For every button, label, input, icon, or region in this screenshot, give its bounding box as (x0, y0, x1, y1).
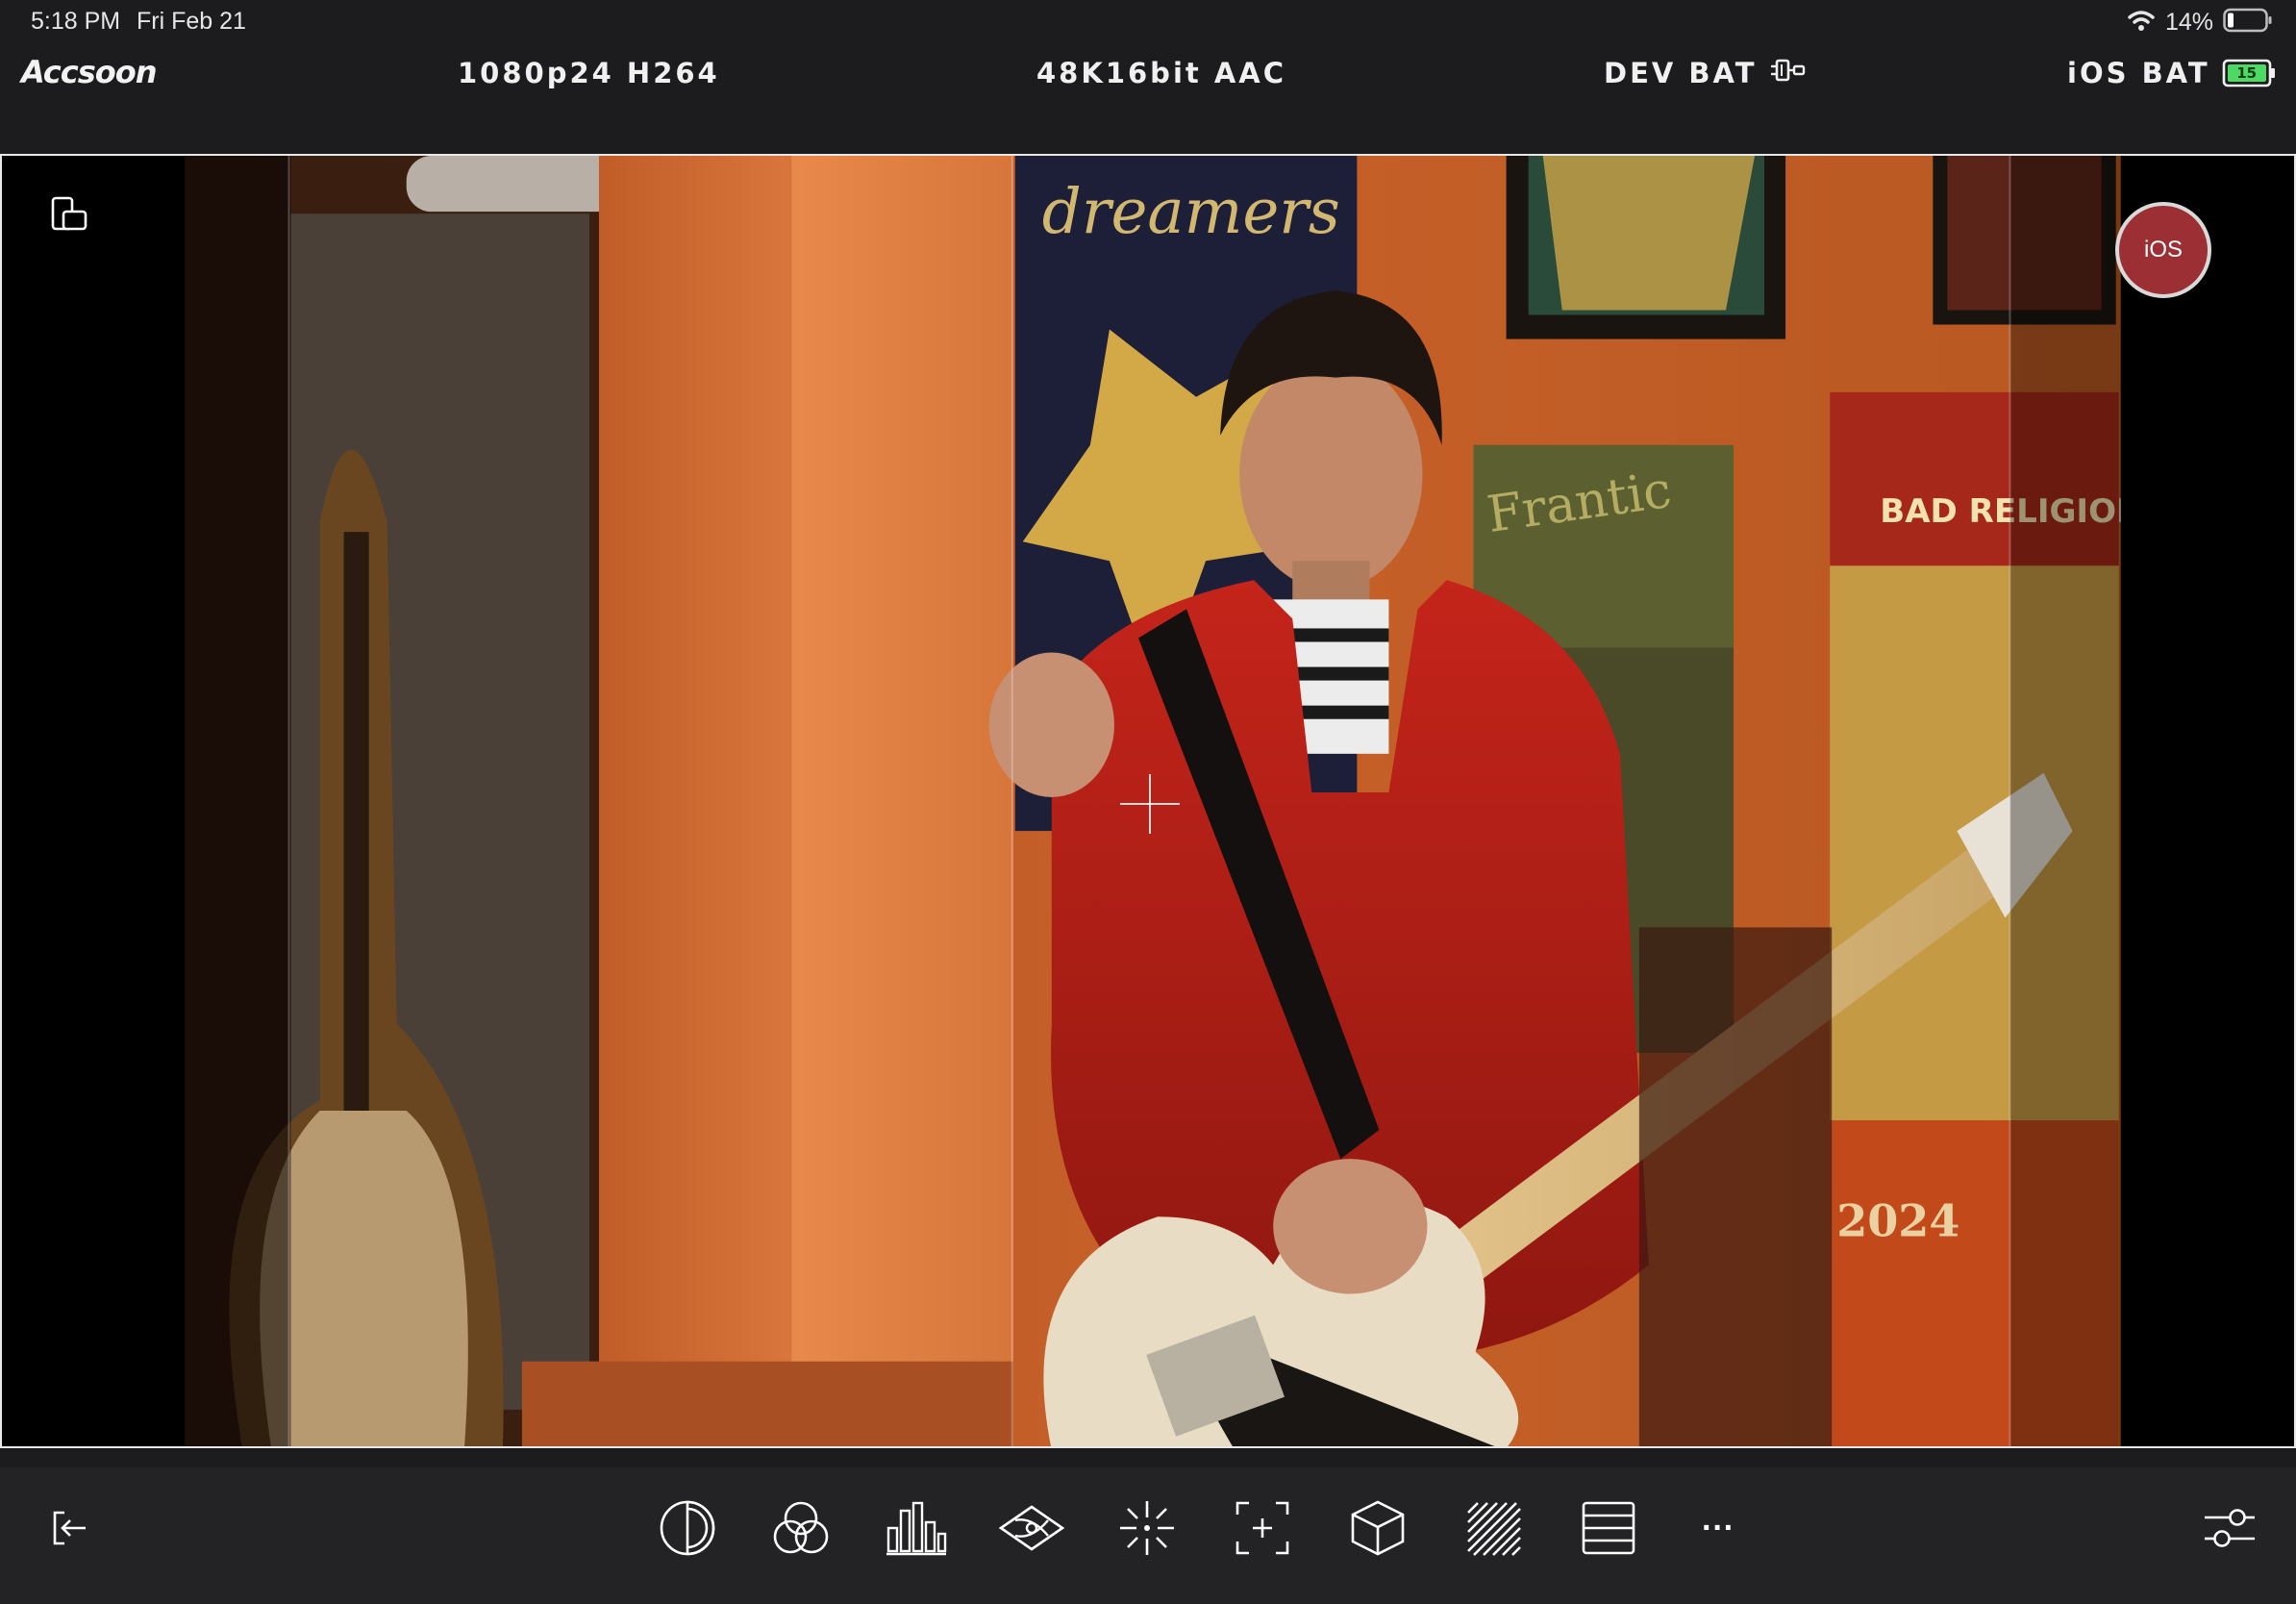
header: Accsoon 1080p24 H264 48K16bit AAC DEV BA… (0, 44, 2296, 135)
audio-format[interactable]: 48K16bit AAC (1036, 52, 1286, 94)
status-right: 14% (2127, 8, 2273, 37)
dev-bat-label: DEV BAT (1604, 57, 1758, 89)
svg-text:2024: 2024 (1836, 1194, 1959, 1246)
svg-text:dreamers: dreamers (1042, 176, 1340, 248)
false-color-button[interactable] (654, 1494, 721, 1562)
bottom-toolbar: ··· (0, 1467, 2296, 1604)
contrast-circle-icon (659, 1499, 716, 1557)
zebra-button[interactable] (1460, 1494, 1527, 1562)
status-battery-percent: 14% (2164, 8, 2213, 36)
video-format[interactable]: 1080p24 H264 (458, 52, 720, 94)
histogram-button[interactable] (883, 1494, 950, 1562)
video-preview[interactable]: dreamers knockout Frantic BAD RELIGION 2… (0, 154, 2296, 1448)
focus-peaking-icon (1117, 1498, 1177, 1558)
lut-3d-button[interactable] (1344, 1494, 1411, 1562)
vectorscope-icon (998, 1499, 1065, 1557)
exit-button[interactable] (37, 1494, 104, 1562)
device-battery-icon (2223, 8, 2273, 38)
ios-battery-status: iOS BAT 15 (2067, 52, 2278, 94)
accsoon-logo: Accsoon (21, 54, 158, 90)
ios-battery-icon: 15 (2222, 58, 2278, 88)
sliders-icon (2203, 1503, 2257, 1553)
center-crosshair-icon (1120, 774, 1180, 834)
focus-peaking-button[interactable] (1113, 1494, 1181, 1562)
more-button[interactable]: ··· (1685, 1494, 1752, 1562)
ios-record-label: iOS (2143, 237, 2183, 263)
zebra-stripes-icon (1464, 1499, 1522, 1557)
plug-battery-icon (1769, 56, 1808, 91)
rgb-parade-button[interactable] (767, 1494, 835, 1562)
ios-bat-label: iOS BAT (2067, 57, 2210, 89)
frame-guide-button[interactable] (1229, 1494, 1296, 1562)
settings-button[interactable] (2196, 1494, 2263, 1562)
cube-icon (1349, 1498, 1407, 1558)
ios-bat-value: 15 (2236, 64, 2258, 82)
device-battery-status: DEV BAT (1604, 52, 1808, 94)
waveform-button[interactable] (1575, 1494, 1642, 1562)
frame-guide-icon (1234, 1499, 1291, 1557)
exit-icon (49, 1507, 91, 1549)
waveform-lines-icon (1581, 1499, 1636, 1557)
rotate-device-icon (50, 194, 88, 238)
histogram-icon (885, 1499, 948, 1557)
wifi-icon (2127, 9, 2156, 37)
status-date: Fri Feb 21 (137, 8, 246, 35)
video-format-label: 1080p24 H264 (458, 57, 720, 89)
color-circles-icon (771, 1498, 831, 1558)
audio-format-label: 48K16bit AAC (1036, 57, 1287, 89)
rotate-device-button[interactable] (46, 192, 92, 238)
status-bar: 5:18 PM Fri Feb 21 14% (0, 0, 2296, 44)
vectorscope-button[interactable] (998, 1494, 1065, 1562)
more-label: ··· (1702, 1509, 1734, 1546)
ios-record-button[interactable]: iOS (2115, 202, 2211, 298)
status-time: 5:18 PM (31, 8, 121, 35)
